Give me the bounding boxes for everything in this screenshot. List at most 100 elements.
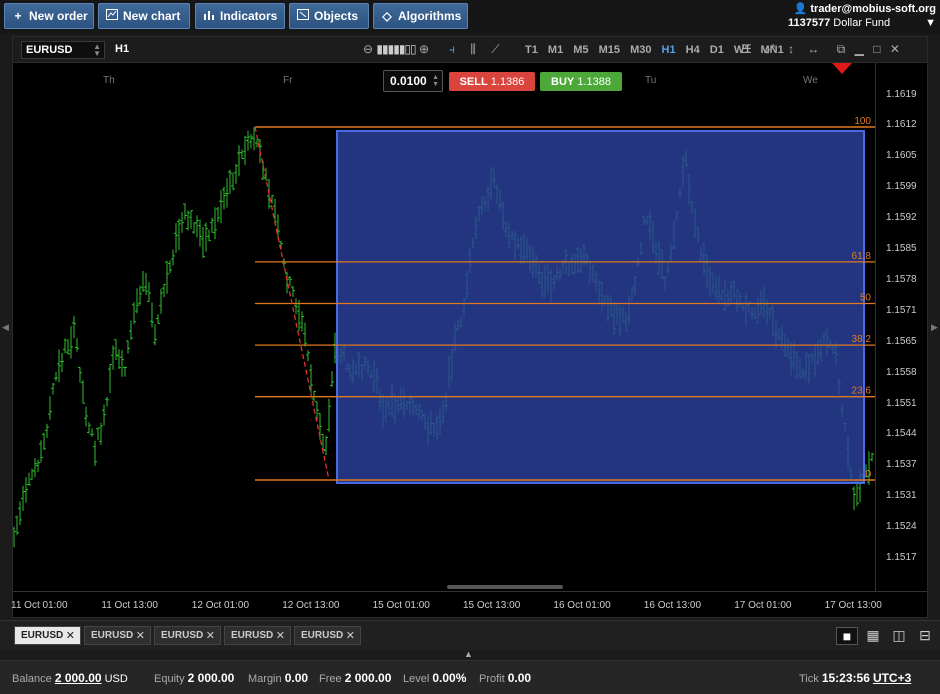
fib-level-label: 38.2 — [852, 334, 872, 345]
price-tick-label: 1.1537 — [886, 459, 917, 471]
chart-tab[interactable]: EURUSD ✕ — [84, 626, 151, 645]
close-tab-icon[interactable]: ✕ — [276, 629, 285, 642]
tf-h4[interactable]: H4 — [686, 44, 700, 56]
sell-button[interactable]: SELL 1.1386 — [449, 72, 535, 91]
time-tick-label: 12 Oct 13:00 — [282, 600, 340, 611]
algorithms-button[interactable]: ◇ Algorithms — [373, 3, 468, 29]
time-tick-label: 11 Oct 01:00 — [11, 600, 68, 611]
price-bar — [72, 315, 76, 339]
objects-button[interactable]: Objects — [289, 3, 369, 29]
price-bar — [117, 349, 121, 369]
price-bar — [186, 210, 190, 231]
price-bar — [330, 371, 334, 387]
close-tab-icon[interactable]: ✕ — [346, 629, 355, 642]
vertical-tool-icon[interactable]: ↕ — [788, 42, 794, 56]
bar-chart-type-icon[interactable]: ⫞ — [449, 42, 455, 56]
detach-icon[interactable]: ⧉ — [837, 42, 846, 56]
chart-tab[interactable]: EURUSD ✕ — [154, 626, 221, 645]
horizontal-tool-icon[interactable]: ↔ — [807, 42, 819, 56]
lot-size-input[interactable]: 0.0100 ▲ ▼ — [383, 70, 443, 92]
layout-single-icon[interactable]: ■ — [836, 627, 858, 645]
close-icon[interactable]: ✕ — [890, 42, 900, 56]
zoom-slider[interactable]: ▮▮▮▮▮▯▯ — [376, 42, 416, 56]
time-tick-label: 17 Oct 01:00 — [734, 600, 792, 611]
tf-m15[interactable]: M15 — [599, 44, 620, 56]
list-icon[interactable]: ☰ — [741, 42, 752, 56]
price-chart[interactable]: Th Fr Tu We 100 61.8 50 38.2 23.6 0 — [13, 63, 875, 591]
price-bar — [150, 302, 154, 328]
price-bar — [327, 398, 331, 432]
price-tick-label: 1.1544 — [886, 428, 917, 440]
price-bar — [285, 271, 289, 294]
symbol-select[interactable]: EURUSD ▲ ▼ — [21, 41, 105, 59]
price-tick-label: 1.1524 — [886, 521, 917, 533]
price-bar — [870, 452, 874, 462]
price-bar — [51, 383, 55, 395]
price-bar — [273, 198, 277, 224]
tf-m5[interactable]: M5 — [573, 44, 588, 56]
tf-m30[interactable]: M30 — [630, 44, 651, 56]
price-bar — [36, 459, 40, 473]
price-bar — [33, 458, 37, 478]
current-timeframe: H1 — [115, 43, 130, 55]
buy-button[interactable]: BUY 1.1388 — [540, 72, 622, 91]
price-bar — [201, 227, 205, 259]
horizontal-scrollbar[interactable] — [447, 585, 563, 589]
price-bar — [132, 302, 136, 324]
indicators-button[interactable]: Indicators — [195, 3, 285, 29]
user-icon: 👤 — [793, 3, 808, 15]
layout-vertical-icon[interactable]: ◫ — [888, 627, 910, 645]
collapse-panel-icon[interactable]: ▲ — [464, 649, 473, 659]
chevron-down-icon[interactable]: ▼ — [925, 17, 936, 29]
price-bar — [183, 203, 187, 220]
layout-grid-icon[interactable]: ▦ — [862, 627, 884, 645]
fib-level-label: 61.8 — [852, 251, 872, 262]
price-bar — [159, 288, 163, 314]
new-order-button[interactable]: + New order — [4, 3, 94, 29]
price-bar — [213, 207, 217, 240]
chart-icon — [105, 9, 119, 23]
status-bar: Balance 2 000.00 USD Equity 2 000.00 Mar… — [0, 660, 940, 694]
price-tick-label: 1.1585 — [886, 243, 917, 254]
maximize-icon[interactable]: □ — [873, 42, 880, 56]
time-tick-label: 15 Oct 01:00 — [372, 600, 430, 611]
close-tab-icon[interactable]: ✕ — [136, 629, 145, 642]
price-bar — [147, 282, 151, 302]
tf-h1[interactable]: H1 — [662, 44, 676, 56]
price-bar — [294, 298, 298, 315]
tf-d1[interactable]: D1 — [710, 44, 724, 56]
close-tab-icon[interactable]: ✕ — [66, 629, 75, 642]
close-tab-icon[interactable]: ✕ — [206, 629, 215, 642]
tf-t1[interactable]: T1 — [525, 44, 538, 56]
zoom-in-icon[interactable]: ⊕ — [419, 42, 429, 56]
price-bar — [93, 440, 97, 466]
price-bar — [13, 526, 16, 548]
time-tick-label: 12 Oct 01:00 — [191, 600, 250, 611]
chart-tab[interactable]: EURUSD ✕ — [14, 626, 81, 645]
margin: Margin 0.00 — [248, 671, 309, 685]
minimize-icon[interactable]: ▁ — [855, 42, 864, 56]
chart-tab[interactable]: EURUSD ✕ — [294, 626, 361, 645]
time-tick-label: 17 Oct 13:00 — [824, 600, 882, 611]
price-bar — [246, 130, 250, 151]
tf-m1[interactable]: M1 — [548, 44, 563, 56]
day-label: Fr — [283, 75, 293, 86]
diagonal-tool-icon[interactable]: ⤢ — [765, 42, 775, 56]
selection-rectangle[interactable] — [336, 130, 865, 484]
timezone-select[interactable]: UTC+3 — [873, 671, 911, 685]
day-label: Th — [103, 75, 115, 86]
account-info[interactable]: 👤 trader@mobius-soft.org 1137577 Dollar … — [788, 2, 936, 29]
price-bar — [303, 322, 307, 347]
candle-chart-type-icon[interactable]: ⫼ — [470, 42, 476, 56]
alert-marker-icon[interactable] — [832, 63, 852, 74]
line-chart-type-icon[interactable]: ⟋ — [491, 42, 499, 56]
layout-horizontal-icon[interactable]: ⊟ — [914, 627, 936, 645]
fib-level-label: 0 — [865, 469, 871, 480]
zoom-out-icon[interactable]: ⊖ — [363, 42, 373, 56]
right-panel-arrow-icon[interactable]: ▶ — [931, 322, 938, 333]
chart-tab[interactable]: EURUSD ✕ — [224, 626, 291, 645]
price-tick-label: 1.1605 — [886, 150, 917, 162]
new-chart-button[interactable]: New chart — [98, 3, 190, 29]
left-panel-arrow-icon[interactable]: ◀ — [2, 322, 9, 333]
day-label: Tu — [645, 75, 656, 86]
